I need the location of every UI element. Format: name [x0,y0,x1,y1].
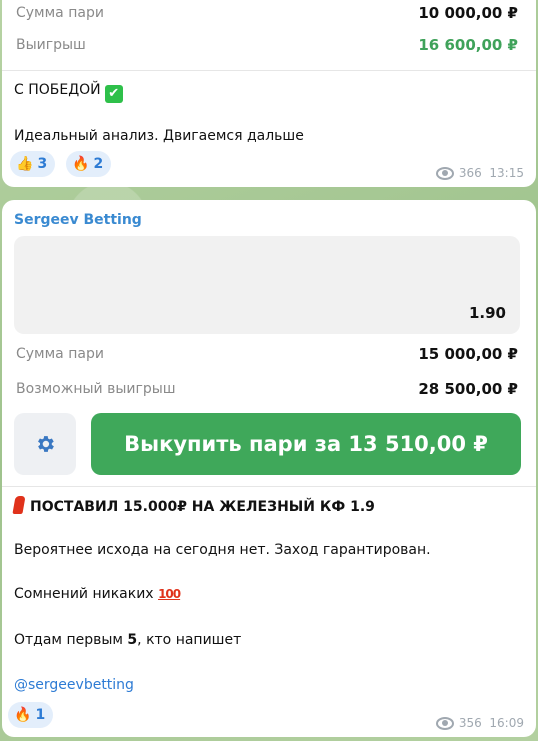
bet-amount-label: Сумма пари [16,346,104,362]
reaction-thumbs-up[interactable]: 👍 3 [10,151,56,177]
thumbs-up-icon: 👍 [16,156,34,172]
check-mark-icon: ✔ [104,85,123,103]
hundred-points-icon: 100 [158,587,181,601]
views-count: 356 [458,716,482,730]
message-time: 16:09 [489,716,524,730]
win-value: 16 600,00 ₽ [418,36,518,54]
message-headline: ПОСТАВИЛ 15.000₽ НА ЖЕЛЕЗНЫЙ КФ 1.9 [12,496,375,515]
divider [2,70,536,71]
message-line: Отдам первым 5, кто напишет [14,632,241,648]
possible-win-row: Возможный выигрыш 28 500,00 ₽ [16,380,518,398]
text-part: Отдам первым [14,632,128,648]
bet-amount-label: Сумма пари [16,5,104,21]
victory-text: С ПОБЕДОЙ [14,82,101,98]
buyout-button[interactable]: Выкупить пари за 13 510,00 ₽ [91,413,521,475]
eye-icon [435,166,454,180]
text-part: , кто напишет [137,632,242,648]
reaction-count: 1 [35,707,46,723]
channel-author[interactable]: Sergeev Betting [14,212,142,228]
headline-text: ПОСТАВИЛ 15.000₽ НА ЖЕЛЕЗНЫЙ КФ 1.9 [30,499,375,515]
bet-amount-value: 10 000,00 ₽ [418,4,518,22]
red-marker-icon [12,496,26,514]
win-row: Выигрыш 16 600,00 ₽ [16,36,518,54]
bet-amount-row: Сумма пари 10 000,00 ₽ [16,4,518,22]
odds-value: 1.90 [468,304,506,322]
reaction-fire[interactable]: 🔥 2 [66,151,112,177]
reaction-count: 2 [93,156,104,172]
reaction-count: 3 [37,156,48,172]
message-meta: 356 16:09 [435,716,524,730]
message-bubble-2[interactable]: Sergeev Betting 1.90 Сумма пари 15 000,0… [2,200,536,737]
fire-icon: 🔥 [14,707,32,723]
eye-icon [435,716,454,730]
reaction-fire[interactable]: 🔥 1 [8,702,54,728]
text-bold-part: 5 [127,632,138,648]
bet-amount-row: Сумма пари 15 000,00 ₽ [16,345,518,363]
win-label: Выигрыш [16,37,86,53]
settings-button[interactable] [14,413,76,475]
bet-preview-card: 1.90 [14,236,520,334]
message-line: Идеальный анализ. Двигаемся дальше [14,128,304,144]
views-count: 366 [458,166,482,180]
message-time: 13:15 [489,166,524,180]
message-meta: 366 13:15 [435,166,524,180]
channel-handle-link[interactable]: @sergeevbetting [14,677,134,693]
message-line: С ПОБЕДОЙ ✔ [14,82,123,103]
fire-icon: 🔥 [72,156,90,172]
message-line: Сомнений никаких 100 [14,586,181,602]
doubt-text: Сомнений никаких [14,586,154,602]
bet-amount-value: 15 000,00 ₽ [418,345,518,363]
gear-icon [38,436,54,452]
message-line: Вероятнее исхода на сегодня нет. Заход г… [14,542,431,558]
possible-win-value: 28 500,00 ₽ [418,380,518,398]
message-bubble-1[interactable]: Сумма пари 10 000,00 ₽ Выигрыш 16 600,00… [2,0,536,187]
possible-win-label: Возможный выигрыш [16,381,176,397]
divider [2,486,536,487]
